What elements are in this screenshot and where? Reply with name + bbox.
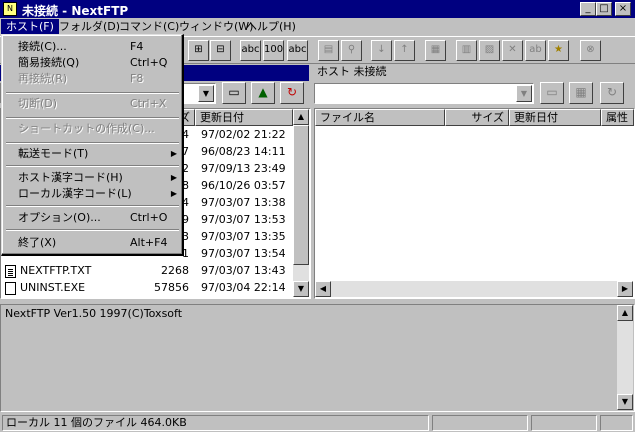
remote-file-list[interactable]: ファイル名 サイズ 更新日付 属性 ◀ ▶	[314, 108, 635, 299]
local-file-row[interactable]: NEXTFTP.TXT 2268 97/03/07 13:43	[5, 262, 293, 279]
status-panel-2	[432, 415, 528, 431]
menu-exit[interactable]: 終了(X) Alt+F4	[4, 234, 181, 252]
menu-separator	[6, 117, 179, 119]
log-panel[interactable]: NextFTP Ver1.50 1997(C)Toxsoft ▲ ▼	[0, 304, 635, 412]
menu-disconnect[interactable]: 切断(D) Ctrl+X	[4, 95, 181, 113]
toolbar-button-7[interactable]: ⚲	[341, 40, 362, 61]
menu-reconnect[interactable]: 再接続(R) F8	[4, 70, 181, 88]
scroll-up-icon[interactable]: ▲	[293, 109, 309, 125]
toolbar-button-11[interactable]: ▥	[456, 40, 477, 61]
local-up-button[interactable]: ▲	[251, 82, 275, 104]
title-bar: N 未接続 - NextFTP _ □ ×	[0, 0, 635, 18]
download-button[interactable]: ↓	[371, 40, 392, 61]
rename-button[interactable]: ab	[525, 40, 546, 61]
status-text: ローカル 11 個のファイル 464.0KB	[2, 415, 429, 431]
scroll-right-icon[interactable]: ▶	[617, 281, 633, 297]
submenu-arrow-icon: ▶	[170, 189, 177, 198]
menu-host[interactable]: ホスト(F)	[1, 19, 59, 35]
remote-up-button[interactable]: ▦	[569, 82, 593, 104]
window-title: 未接続 - NextFTP	[22, 4, 129, 18]
resize-grip[interactable]	[600, 415, 633, 431]
submenu-arrow-icon: ▶	[170, 149, 177, 158]
menu-local-kanji-code[interactable]: ローカル漢字コード(L) ▶	[4, 185, 181, 203]
remote-refresh-button[interactable]: ↻	[600, 82, 624, 104]
remote-header-size[interactable]: サイズ	[445, 109, 509, 126]
menu-separator	[6, 229, 179, 231]
exe-file-icon	[5, 281, 16, 295]
toolbar-button-3[interactable]: abc	[240, 40, 261, 61]
menu-separator	[6, 165, 179, 167]
scroll-thumb[interactable]	[293, 125, 309, 265]
menu-separator	[6, 92, 179, 94]
menu-create-shortcut[interactable]: ショートカットの作成(C)...	[4, 120, 181, 138]
remote-hscrollbar[interactable]: ◀ ▶	[315, 281, 633, 297]
toolbar-button-4[interactable]: 100	[263, 40, 284, 61]
status-panel-3	[531, 415, 597, 431]
scroll-left-icon[interactable]: ◀	[315, 281, 331, 297]
toolbar-button-2[interactable]: ⊟	[210, 40, 231, 61]
close-button[interactable]: ×	[615, 2, 631, 16]
combo-arrow-icon[interactable]: ▼	[516, 85, 532, 102]
local-folder-button[interactable]: ▭	[222, 82, 246, 104]
menu-separator	[6, 205, 179, 207]
remote-host-label: ホスト 未接続	[317, 65, 387, 78]
maximize-button[interactable]: □	[596, 2, 612, 16]
local-vscrollbar[interactable]: ▲ ▼	[293, 109, 309, 297]
remote-folder-combo[interactable]: ▼	[314, 83, 534, 104]
local-header-date[interactable]: 更新日付	[195, 109, 293, 126]
toolbar-button-1[interactable]: ⊞	[188, 40, 209, 61]
status-bar: ローカル 11 個のファイル 464.0KB	[0, 413, 635, 432]
toolbar-button-6[interactable]: ▤	[318, 40, 339, 61]
app-icon: N	[3, 2, 17, 16]
delete-button[interactable]: ✕	[502, 40, 523, 61]
menu-transfer-mode[interactable]: 転送モード(T) ▶	[4, 145, 181, 163]
remote-header-date[interactable]: 更新日付	[509, 109, 601, 126]
upload-button[interactable]: ↑	[394, 40, 415, 61]
remote-header-attr[interactable]: 属性	[601, 109, 634, 126]
menu-options[interactable]: オプション(O)... Ctrl+O	[4, 209, 181, 227]
new-folder-button[interactable]: ★	[548, 40, 569, 61]
toolbar-button-5[interactable]: abc	[287, 40, 308, 61]
log-text: NextFTP Ver1.50 1997(C)Toxsoft	[5, 307, 183, 320]
combo-arrow-icon[interactable]: ▼	[198, 85, 214, 102]
remote-header-name[interactable]: ファイル名	[315, 109, 445, 126]
minimize-button[interactable]: _	[580, 2, 596, 16]
text-file-icon	[5, 264, 16, 278]
toolbar-button-12[interactable]: ▨	[479, 40, 500, 61]
scroll-down-icon[interactable]: ▼	[617, 394, 633, 410]
scroll-up-icon[interactable]: ▲	[617, 305, 633, 321]
scroll-down-icon[interactable]: ▼	[293, 281, 309, 297]
toolbar-button-10[interactable]: ▦	[425, 40, 446, 61]
remote-folder-button[interactable]: ▭	[540, 82, 564, 104]
menu-help[interactable]: ヘルプ(H)	[241, 19, 301, 35]
stop-button[interactable]: ⊗	[580, 40, 601, 61]
local-file-row[interactable]: UNINST.EXE 57856 97/03/04 22:14	[5, 279, 293, 296]
menu-separator	[6, 142, 179, 144]
local-refresh-button[interactable]: ↻	[280, 82, 304, 104]
log-vscrollbar[interactable]: ▲ ▼	[617, 305, 633, 410]
host-menu-dropdown: 接続(C)... F4 簡易接続(Q) Ctrl+Q 再接続(R) F8 切断(…	[1, 34, 184, 256]
